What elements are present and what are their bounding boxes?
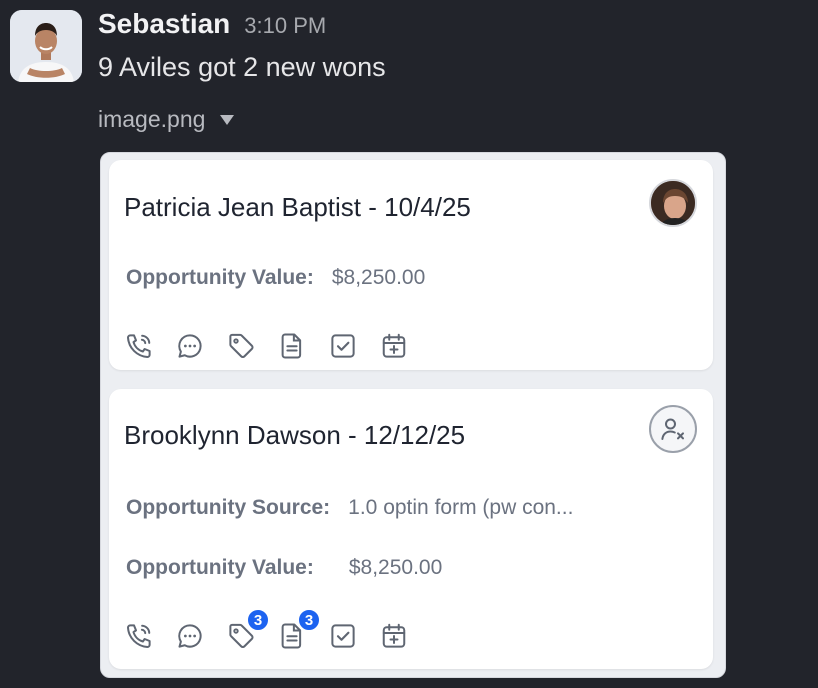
note-icon[interactable] — [277, 331, 307, 361]
field-label: Opportunity Value: — [126, 266, 314, 289]
opportunity-value-field: Opportunity Value: $8,250.00 — [126, 266, 425, 290]
calendar-add-icon[interactable] — [379, 621, 409, 651]
chat-icon[interactable] — [175, 331, 205, 361]
attachment-toggle[interactable]: image.png — [98, 106, 235, 133]
field-value: $8,250.00 — [348, 556, 443, 579]
image-attachment[interactable]: Patricia Jean Baptist - 10/4/25 Opportun… — [100, 152, 726, 678]
task-icon[interactable] — [328, 331, 358, 361]
field-value: 1.0 optin form (pw con... — [348, 496, 574, 519]
note-icon[interactable]: 3 — [277, 608, 321, 651]
opportunity-value-field: Opportunity Value: $8,250.00 — [126, 556, 442, 580]
action-row: 3 3 — [124, 608, 409, 651]
message-timestamp[interactable]: 3:10 PM — [244, 13, 326, 39]
caret-down-icon[interactable] — [219, 114, 235, 126]
message-text: 9 Aviles got 2 new wons — [98, 52, 386, 82]
calendar-add-icon[interactable] — [379, 331, 409, 361]
phone-icon[interactable] — [124, 331, 154, 361]
message-header: Sebastian 3:10 PM — [98, 8, 326, 44]
opportunity-card: Patricia Jean Baptist - 10/4/25 Opportun… — [109, 160, 713, 370]
sender-avatar[interactable] — [10, 10, 82, 82]
unassigned-user-icon[interactable] — [649, 405, 697, 453]
opportunity-title: Brooklynn Dawson - 12/12/25 — [124, 420, 466, 450]
tag-icon[interactable] — [226, 331, 256, 361]
opportunity-source-field: Opportunity Source: 1.0 optin form (pw c… — [126, 496, 573, 520]
chat-icon[interactable] — [175, 621, 205, 651]
contact-avatar — [649, 179, 697, 227]
count-badge: 3 — [246, 608, 270, 632]
count-badge: 3 — [297, 608, 321, 632]
field-label: Opportunity Value: — [126, 556, 314, 579]
field-label: Opportunity Source: — [126, 496, 331, 519]
action-row — [124, 331, 409, 361]
attachment-name[interactable]: image.png — [98, 106, 205, 133]
task-icon[interactable] — [328, 621, 358, 651]
field-value: $8,250.00 — [331, 266, 426, 289]
opportunity-card: Brooklynn Dawson - 12/12/25 Opportunity … — [109, 389, 713, 669]
tag-icon[interactable]: 3 — [226, 608, 270, 651]
phone-icon[interactable] — [124, 621, 154, 651]
opportunity-title: Patricia Jean Baptist - 10/4/25 — [124, 192, 471, 222]
sender-name[interactable]: Sebastian — [98, 8, 230, 40]
